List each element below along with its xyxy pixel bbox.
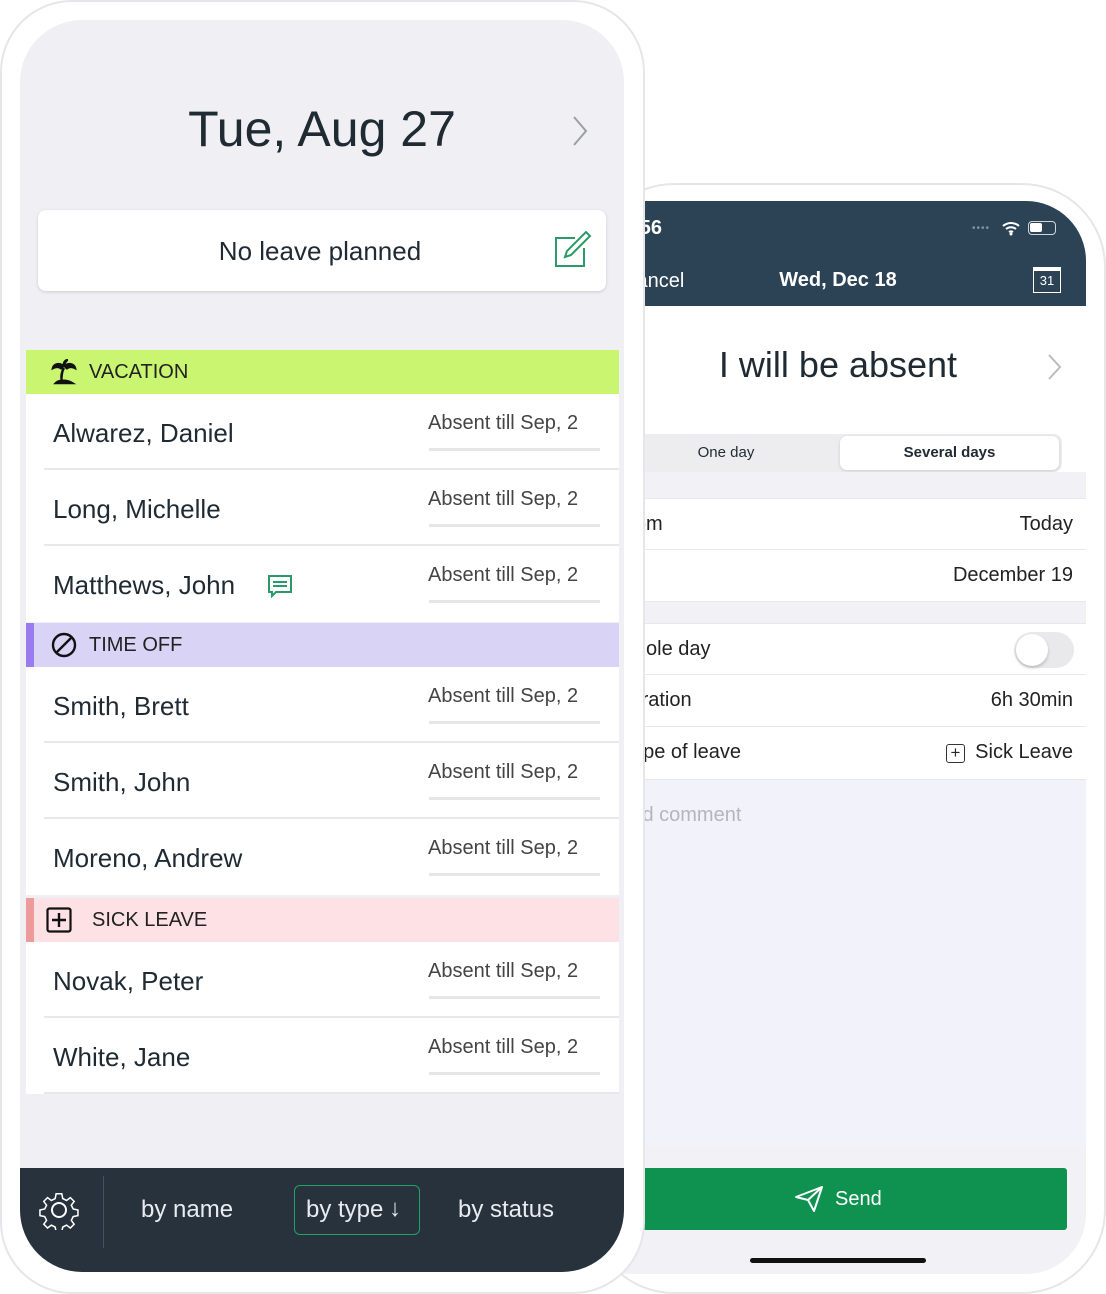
leave-card[interactable]: No leave planned [38, 210, 606, 291]
team-absence-screen: Tue, Aug 27 No leave planned VACATION Alw… [20, 20, 624, 1272]
nav-date: Wed, Dec 18 [779, 269, 897, 291]
to-value: December 19 [952, 564, 1073, 586]
list-item[interactable]: White, Jane Absent till Sep, 2 [26, 1018, 619, 1094]
list-item[interactable]: Smith, John Absent till Sep, 2 [26, 743, 619, 819]
whole-day-toggle[interactable] [1014, 632, 1074, 668]
type-of-leave-row[interactable]: Type of leave + Sick Leave [600, 727, 1086, 780]
absence-progress-bar [429, 996, 600, 999]
person-name: Matthews, John [53, 570, 236, 600]
nav-header: 6:56 •••• Cancel Wed, Dec 18 31 [600, 201, 1086, 306]
segment-label: One day [697, 444, 755, 461]
absence-status: Absent till Sep, 2 [428, 837, 579, 859]
absence-status: Absent till Sep, 2 [428, 564, 579, 586]
duration-row[interactable]: Duration 6h 30min [600, 675, 1086, 727]
person-name: Alwarez, Daniel [53, 418, 234, 448]
calendar-button[interactable]: 31 [1033, 267, 1061, 293]
comment-input[interactable]: Add comment [600, 781, 1086, 1146]
divider [103, 1176, 104, 1248]
absence-status: Absent till Sep, 2 [428, 488, 579, 510]
absence-progress-bar [429, 797, 600, 800]
absence-progress-bar [429, 873, 600, 876]
section-header-time-off: TIME OFF [26, 623, 619, 667]
list-item[interactable]: Smith, Brett Absent till Sep, 2 [26, 667, 619, 743]
type-value: Sick Leave [975, 741, 1073, 763]
list-item[interactable]: Long, Michelle Absent till Sep, 2 [26, 470, 619, 546]
absence-progress-bar [429, 1072, 600, 1075]
to-row[interactable]: December 19 [600, 550, 1086, 602]
absence-status: Absent till Sep, 2 [428, 685, 579, 707]
absence-status: Absent till Sep, 2 [428, 960, 579, 982]
duration-value: 6h 30min [990, 689, 1073, 711]
list-item[interactable]: Novak, Peter Absent till Sep, 2 [26, 942, 619, 1018]
person-name: Moreno, Andrew [53, 843, 243, 873]
signal-icon: •••• [972, 223, 991, 234]
edit-icon[interactable] [553, 228, 593, 270]
absence-status: Absent till Sep, 2 [428, 761, 579, 783]
section-header-sick-leave: SICK LEAVE [26, 898, 619, 942]
list-item[interactable]: Matthews, John Absent till Sep, 2 [26, 546, 619, 622]
chevron-right-icon[interactable] [1046, 353, 1062, 381]
sort-by-type[interactable]: by type ↓ [294, 1185, 420, 1235]
absence-request-screen: 6:56 •••• Cancel Wed, Dec 18 31 I will b… [600, 201, 1086, 1274]
arrow-down-icon: ↓ [389, 1195, 401, 1222]
section-header-vacation: VACATION [26, 350, 619, 394]
absence-status: Absent till Sep, 2 [428, 412, 579, 434]
home-indicator [750, 1258, 926, 1263]
section-title: TIME OFF [89, 634, 183, 656]
person-name: Long, Michelle [53, 494, 221, 524]
settings-gear-icon[interactable] [39, 1190, 79, 1230]
plus-square-icon [46, 907, 72, 939]
sort-by-type-label: by type [306, 1196, 384, 1223]
absence-progress-bar [429, 448, 600, 451]
section-title: SICK LEAVE [92, 909, 208, 931]
leave-card-text: No leave planned [218, 236, 422, 266]
person-name: Smith, John [53, 767, 191, 797]
segment-several-days[interactable]: Several days [840, 436, 1059, 470]
whole-day-row: Whole day [600, 623, 1086, 675]
from-value: Today [1019, 513, 1073, 535]
absence-progress-bar [429, 600, 600, 603]
send-button[interactable]: Send [630, 1168, 1067, 1230]
section-accent [26, 898, 34, 942]
person-name: Smith, Brett [53, 691, 189, 721]
prohibited-icon [51, 632, 77, 664]
section-accent [26, 623, 34, 667]
send-label: Send [835, 1188, 882, 1210]
palm-tree-icon [51, 358, 77, 391]
comment-icon[interactable] [267, 574, 293, 598]
segment-label: Several days [903, 444, 996, 461]
sort-bar: by name by type ↓ by status [20, 1168, 624, 1272]
list-item[interactable]: Moreno, Andrew Absent till Sep, 2 [26, 819, 619, 895]
from-row[interactable]: FromToday [600, 498, 1086, 550]
wifi-icon [1002, 222, 1020, 236]
current-date: Tue, Aug 27 [188, 101, 456, 157]
absence-status: Absent till Sep, 2 [428, 1036, 579, 1058]
duration-segmented-control: One day Several days [600, 434, 1062, 472]
list-item[interactable]: Alwarez, Daniel Absent till Sep, 2 [26, 394, 619, 470]
person-name: Novak, Peter [53, 966, 204, 996]
plus-square-icon: + [946, 744, 965, 763]
send-icon [795, 1186, 823, 1212]
battery-icon [1028, 221, 1056, 235]
calendar-icon: 31 [1039, 273, 1055, 288]
next-day-chevron-icon[interactable] [571, 115, 589, 147]
person-name: White, Jane [53, 1042, 191, 1072]
sort-by-status[interactable]: by status [458, 1196, 554, 1224]
sort-by-name[interactable]: by name [141, 1196, 233, 1224]
absence-progress-bar [429, 721, 600, 724]
section-title: VACATION [89, 361, 189, 383]
page-title: I will be absent [718, 344, 958, 385]
absence-progress-bar [429, 524, 600, 527]
